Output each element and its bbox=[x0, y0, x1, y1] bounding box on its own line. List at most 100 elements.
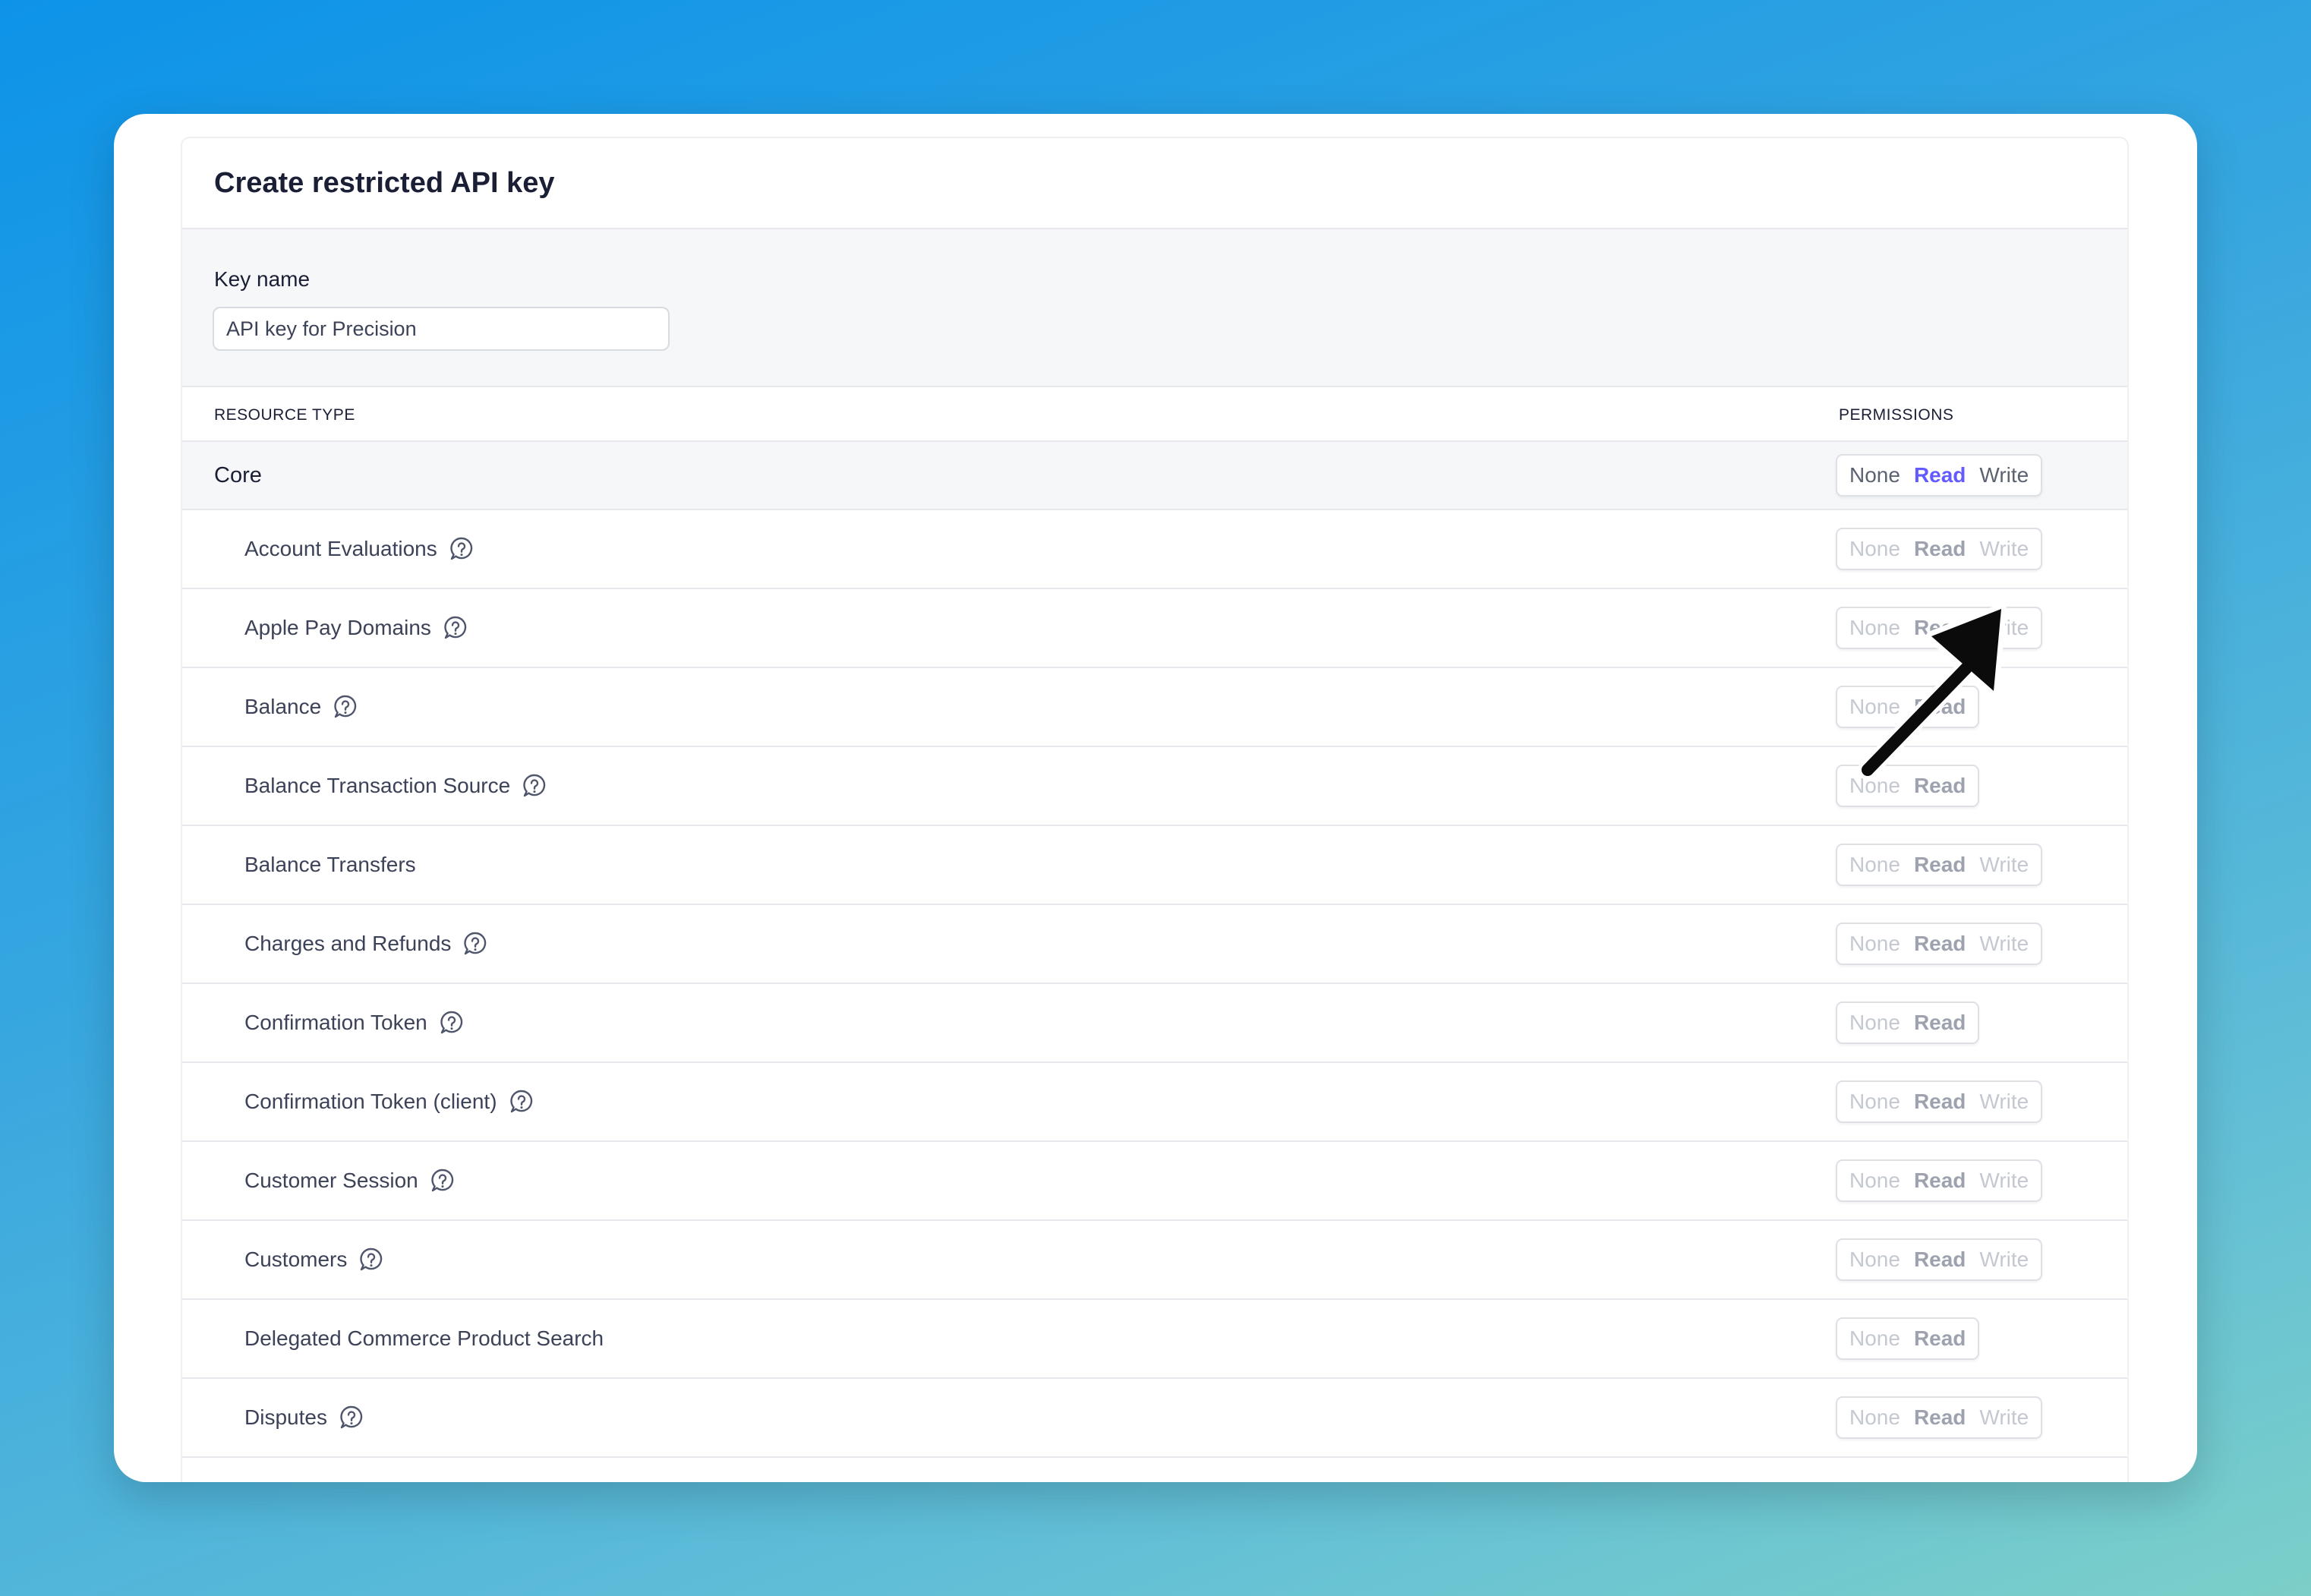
resource-row: Confirmation Token (client) None Read Write bbox=[182, 1063, 2127, 1142]
permission-write-option[interactable]: Write bbox=[1979, 537, 2029, 561]
resource-name: Charges and Refunds bbox=[244, 932, 452, 955]
resource-row: Customers None Read Write bbox=[182, 1221, 2127, 1300]
permission-read-option[interactable]: Read bbox=[1914, 616, 1966, 640]
resource-label: Account Evaluations bbox=[244, 510, 475, 588]
permission-read-option[interactable]: Read bbox=[1914, 1247, 1966, 1272]
resource-row: Delegated Commerce Product Search None Rea… bbox=[182, 1300, 2127, 1379]
resource-name: Apple Pay Domains bbox=[244, 616, 431, 639]
permission-read-option[interactable]: Read bbox=[1914, 1011, 1966, 1035]
permission-selector[interactable]: None Read Write bbox=[1836, 607, 2043, 649]
help-icon[interactable] bbox=[448, 535, 475, 563]
resource-row: Customer Session None Read Write bbox=[182, 1142, 2127, 1221]
permission-write-option[interactable]: Write bbox=[1979, 616, 2029, 640]
resource-name: Account Evaluations bbox=[244, 537, 437, 560]
permission-selector[interactable]: None Read bbox=[1836, 765, 1980, 807]
table-header: RESOURCE TYPE PERMISSIONS bbox=[182, 387, 2127, 442]
resource-row: Confirmation Token None Read bbox=[182, 984, 2127, 1063]
resource-row: Apple Pay Domains None Read Write bbox=[182, 589, 2127, 668]
permission-selector[interactable]: None Read Write bbox=[1836, 1080, 2043, 1123]
permission-read-option[interactable]: Read bbox=[1914, 463, 1966, 487]
permission-none-option[interactable]: None bbox=[1849, 463, 1900, 487]
help-icon[interactable] bbox=[338, 1404, 365, 1431]
resource-name: Balance Transaction Source bbox=[244, 774, 511, 797]
resource-name: Confirmation Token bbox=[244, 1011, 427, 1034]
permission-write-option[interactable]: Write bbox=[1979, 1405, 2029, 1430]
permission-selector[interactable]: None Read Write bbox=[1836, 844, 2043, 886]
resource-label: Customers bbox=[244, 1221, 385, 1298]
resource-name: Balance Transfers bbox=[244, 853, 416, 876]
resource-name: Balance bbox=[244, 695, 322, 718]
permission-selector[interactable]: None Read Write bbox=[1836, 1238, 2043, 1281]
permission-selector[interactable]: None Read bbox=[1836, 1001, 1980, 1044]
help-icon[interactable] bbox=[358, 1246, 385, 1273]
resource-row: Account Evaluations None Read Write bbox=[182, 510, 2127, 589]
key-name-input[interactable]: API key for Precision bbox=[213, 307, 670, 351]
resource-name: Customer Session bbox=[244, 1169, 418, 1192]
permission-none-option[interactable]: None bbox=[1849, 695, 1900, 719]
permission-none-option[interactable]: None bbox=[1849, 1326, 1900, 1351]
key-name-section: Key name API key for Precision bbox=[182, 229, 2127, 387]
resource-label: Balance Transaction Source bbox=[244, 747, 548, 825]
help-icon[interactable] bbox=[521, 772, 548, 800]
resource-label: Balance Transfers bbox=[244, 826, 416, 904]
permissions-header: PERMISSIONS bbox=[1839, 406, 1954, 424]
permission-none-option[interactable]: None bbox=[1849, 1090, 1900, 1114]
resource-row: Balance Transfers None Read Write bbox=[182, 826, 2127, 905]
resource-row: Charges and Refunds None Read Write bbox=[182, 905, 2127, 984]
resource-label: Balance bbox=[244, 668, 359, 746]
help-icon[interactable] bbox=[429, 1167, 456, 1194]
permission-write-option[interactable]: Write bbox=[1979, 1169, 2029, 1193]
permission-write-option[interactable]: Write bbox=[1979, 932, 2029, 956]
resource-label: Confirmation Token bbox=[244, 984, 465, 1061]
permission-selector[interactable]: None Read bbox=[1836, 1317, 1980, 1360]
permission-none-option[interactable]: None bbox=[1849, 1247, 1900, 1272]
group-label: Core bbox=[214, 462, 262, 487]
permission-write-option[interactable]: Write bbox=[1979, 1247, 2029, 1272]
resource-label: Customer Session bbox=[244, 1142, 456, 1219]
permission-write-option[interactable]: Write bbox=[1979, 853, 2029, 877]
help-icon[interactable] bbox=[438, 1009, 465, 1036]
help-icon[interactable] bbox=[332, 693, 359, 721]
permission-none-option[interactable]: None bbox=[1849, 774, 1900, 798]
permission-selector[interactable]: None Read Write bbox=[1836, 1159, 2043, 1202]
permission-read-option[interactable]: Read bbox=[1914, 695, 1966, 719]
resource-list: Account Evaluations None Read Write Apple Pa… bbox=[182, 510, 2127, 1458]
resource-row: Balance Transaction Source None Read bbox=[182, 747, 2127, 826]
permission-selector[interactable]: None Read Write bbox=[1836, 1396, 2043, 1439]
resource-name: Disputes bbox=[244, 1405, 327, 1429]
create-key-panel: Create restricted API key Key name API k… bbox=[181, 137, 2129, 1482]
resource-name: Delegated Commerce Product Search bbox=[244, 1326, 604, 1350]
help-icon[interactable] bbox=[462, 930, 489, 957]
permission-selector[interactable]: None Read Write bbox=[1836, 454, 2043, 497]
permission-selector[interactable]: None Read bbox=[1836, 686, 1980, 728]
permission-read-option[interactable]: Read bbox=[1914, 853, 1966, 877]
resource-label: Disputes bbox=[244, 1379, 365, 1456]
permission-none-option[interactable]: None bbox=[1849, 537, 1900, 561]
permission-write-option[interactable]: Write bbox=[1979, 1090, 2029, 1114]
permission-read-option[interactable]: Read bbox=[1914, 1405, 1966, 1430]
permission-none-option[interactable]: None bbox=[1849, 932, 1900, 956]
permission-read-option[interactable]: Read bbox=[1914, 1090, 1966, 1114]
permission-read-option[interactable]: Read bbox=[1914, 537, 1966, 561]
permission-write-option[interactable]: Write bbox=[1979, 463, 2029, 487]
group-row-core: Core None Read Write bbox=[182, 442, 2127, 510]
permission-read-option[interactable]: Read bbox=[1914, 1169, 1966, 1193]
help-icon[interactable] bbox=[442, 614, 469, 642]
resource-row: Balance None Read bbox=[182, 668, 2127, 747]
permission-read-option[interactable]: Read bbox=[1914, 1326, 1966, 1351]
panel-header: Create restricted API key bbox=[182, 138, 2127, 229]
resource-label: Delegated Commerce Product Search bbox=[244, 1300, 604, 1377]
permission-none-option[interactable]: None bbox=[1849, 1405, 1900, 1430]
resource-label: Confirmation Token (client) bbox=[244, 1063, 535, 1140]
help-icon[interactable] bbox=[508, 1088, 535, 1115]
permission-read-option[interactable]: Read bbox=[1914, 932, 1966, 956]
permission-selector[interactable]: None Read Write bbox=[1836, 528, 2043, 570]
permission-none-option[interactable]: None bbox=[1849, 853, 1900, 877]
resource-row: Disputes None Read Write bbox=[182, 1379, 2127, 1458]
resource-label: Apple Pay Domains bbox=[244, 589, 469, 667]
permission-none-option[interactable]: None bbox=[1849, 616, 1900, 640]
permission-selector[interactable]: None Read Write bbox=[1836, 923, 2043, 965]
permission-read-option[interactable]: Read bbox=[1914, 774, 1966, 798]
permission-none-option[interactable]: None bbox=[1849, 1169, 1900, 1193]
permission-none-option[interactable]: None bbox=[1849, 1011, 1900, 1035]
